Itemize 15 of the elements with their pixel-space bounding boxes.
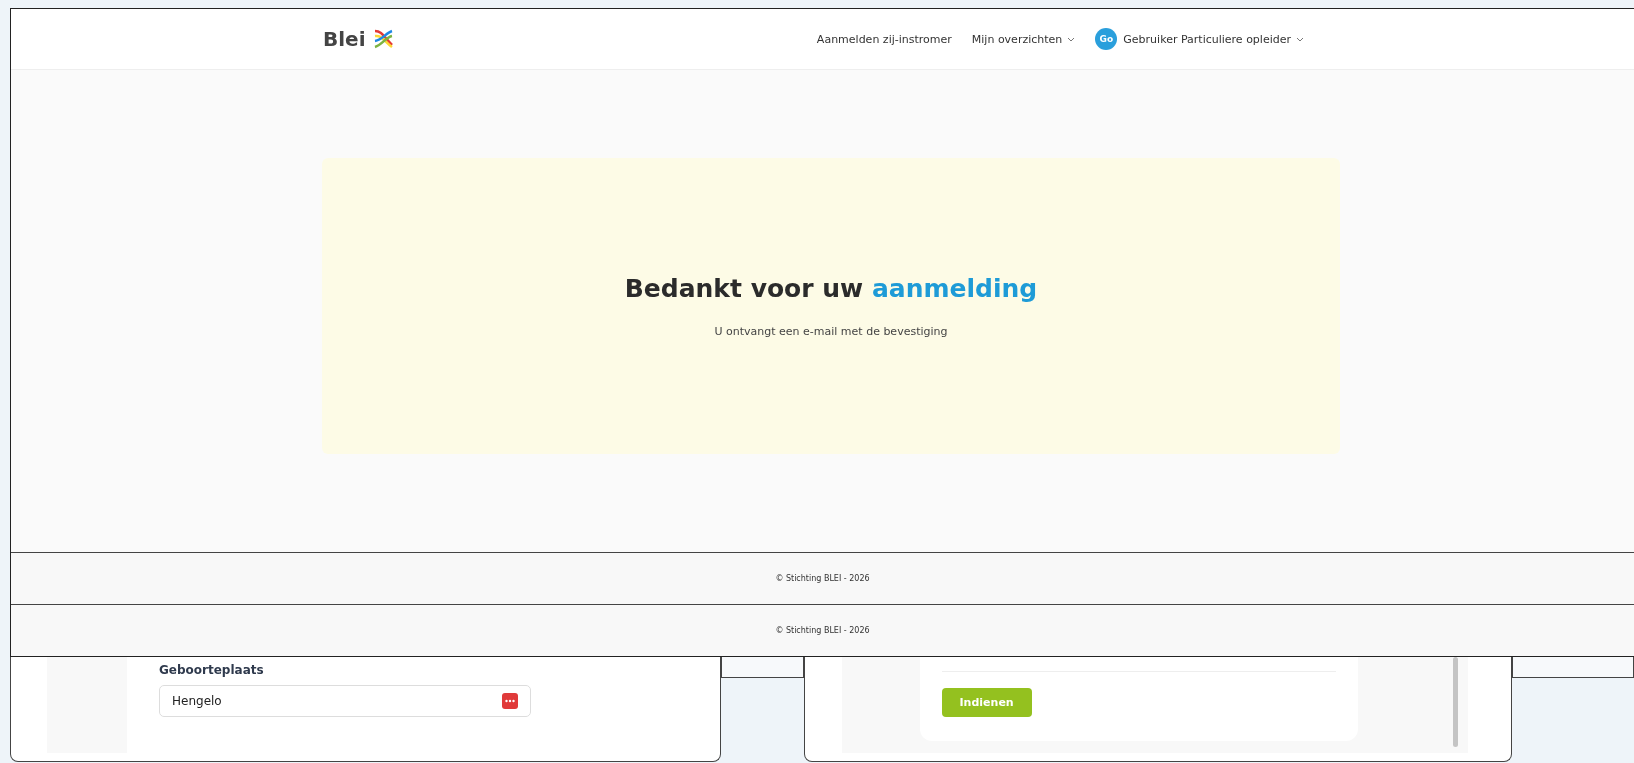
chevron-down-icon bbox=[1067, 36, 1076, 42]
copyright-text: © Stichting BLEI - 2026 bbox=[775, 574, 870, 583]
user-menu[interactable]: Gebruiker Particuliere opleider bbox=[1123, 32, 1304, 46]
nav-link[interactable]: Aanmelden zij-instromer bbox=[816, 32, 952, 46]
confirmation-message: U ontvangt een e-mail met de bevestiging bbox=[714, 325, 948, 338]
input-field[interactable]: Hengelo bbox=[159, 685, 531, 717]
scrollbar[interactable] bbox=[1453, 657, 1459, 747]
password-manager-icon[interactable] bbox=[502, 693, 518, 709]
logo-text[interactable]: Blei bbox=[323, 27, 366, 51]
confirmation-heading: Bedankt voor uw aanmelding bbox=[624, 274, 1038, 303]
nav-link[interactable]: Mijn overzichten bbox=[971, 32, 1076, 46]
user-avatar: Go bbox=[1095, 28, 1118, 50]
chevron-down-icon bbox=[1296, 36, 1304, 42]
copyright-text: © Stichting BLEI - 2026 bbox=[775, 626, 870, 635]
field-label: Geboorteplaats bbox=[159, 663, 265, 677]
